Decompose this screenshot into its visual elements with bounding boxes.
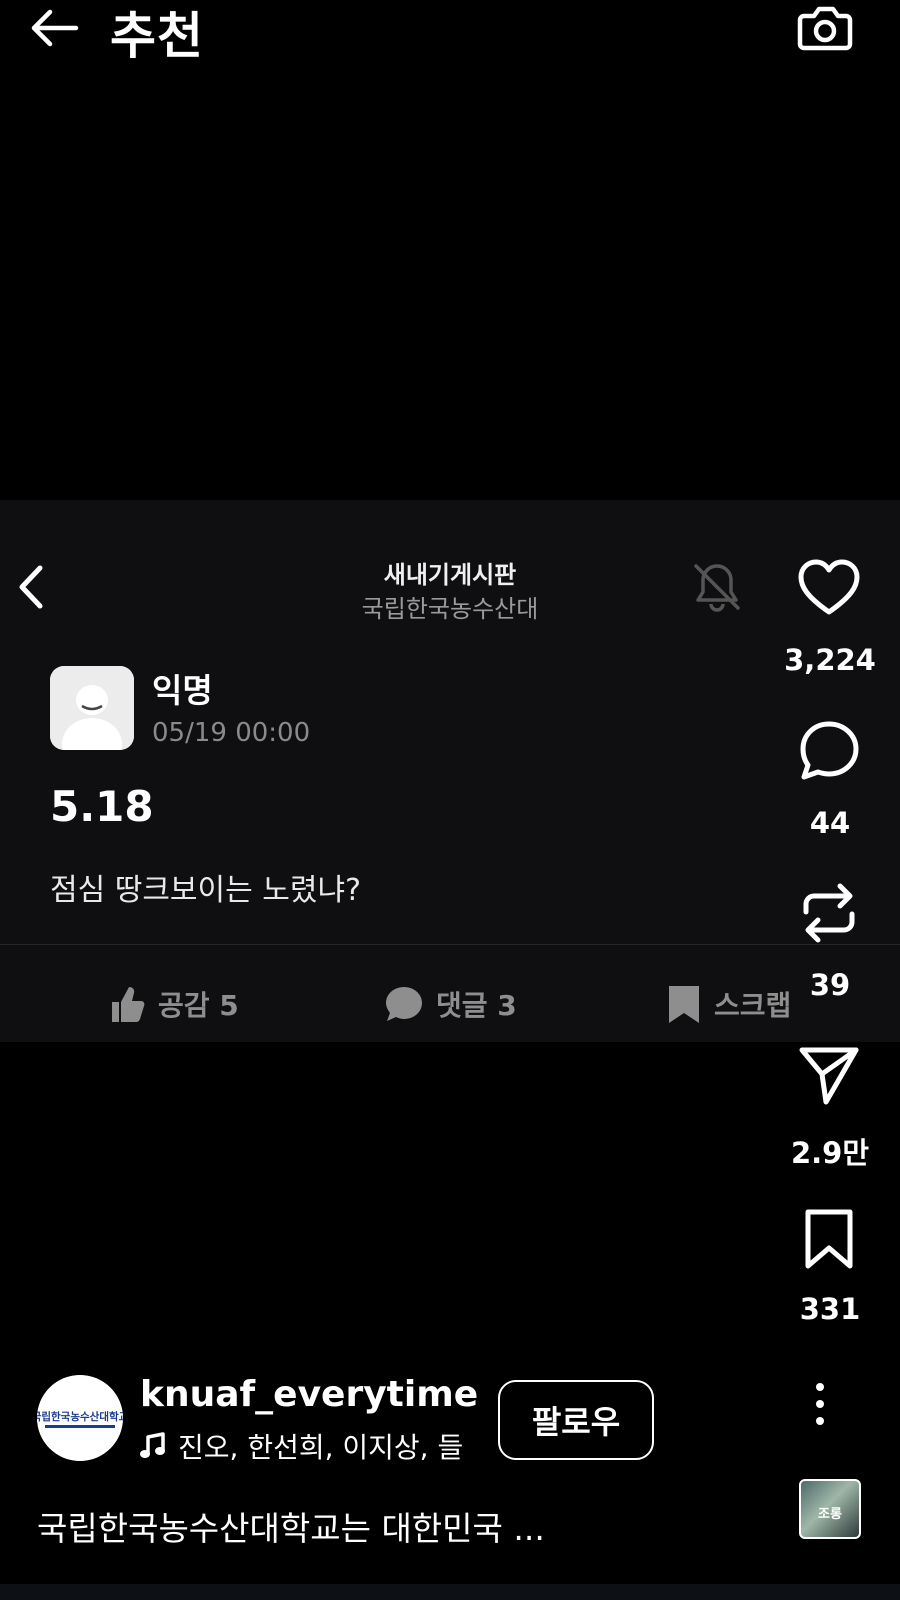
comment-count: 44 — [809, 806, 851, 840]
music-artists: 진오, 한선희, 이지상, 들 — [178, 1431, 464, 1464]
bottom-strip — [0, 1584, 900, 1600]
bookmark-icon — [669, 986, 699, 1023]
bell-off-icon — [694, 564, 740, 612]
avatar-label: 국립한국농수산대학교 — [37, 1410, 123, 1423]
send-icon[interactable] — [796, 1042, 862, 1108]
comment-action: 댓글 3 — [384, 984, 517, 1024]
divider — [0, 944, 900, 945]
username[interactable]: knuaf_everytime — [140, 1374, 478, 1415]
thumbs-up-icon — [112, 987, 145, 1022]
like-label: 공감 5 — [158, 989, 239, 1022]
repost-icon[interactable] — [796, 880, 862, 946]
post-card: 새내기게시판 국립한국농수산대 익명 05/19 00:00 5.18 점심 땅… — [0, 500, 900, 1042]
top-bar: 추천 — [0, 0, 900, 70]
back-arrow-icon[interactable] — [26, 4, 86, 52]
comment-label: 댓글 3 — [436, 989, 517, 1022]
repost-count: 39 — [809, 968, 851, 1002]
comment-icon — [386, 987, 422, 1021]
post-author: 익명 — [152, 671, 213, 710]
share-count: 2.9만 — [790, 1136, 870, 1170]
caption[interactable]: 국립한국농수산대학교는 대한민국 ... — [37, 1502, 545, 1550]
board-title: 새내기게시판 — [383, 561, 517, 589]
save-count: 331 — [799, 1292, 861, 1326]
save-bookmark-icon[interactable] — [796, 1206, 862, 1272]
more-options-icon[interactable] — [810, 1382, 830, 1426]
board-subtitle: 국립한국농수산대 — [361, 595, 539, 623]
follow-button[interactable]: 팔로우 — [498, 1380, 654, 1460]
heart-icon[interactable] — [796, 556, 862, 622]
like-action: 공감 5 — [108, 984, 239, 1024]
camera-icon[interactable] — [794, 0, 856, 58]
anonymous-avatar — [50, 666, 134, 750]
comment-bubble-icon[interactable] — [796, 718, 862, 784]
profile-avatar[interactable]: 국립한국농수산대학교 — [37, 1375, 123, 1461]
post-title: 5.18 — [50, 782, 154, 831]
music-note-icon — [140, 1432, 165, 1458]
audio-thumbnail[interactable]: 조롱 — [799, 1479, 861, 1539]
audio-thumb-text: 조롱 — [818, 1507, 842, 1522]
page-title: 추천 — [110, 7, 204, 65]
like-count: 3,224 — [784, 643, 876, 677]
post-date: 05/19 00:00 — [152, 718, 311, 748]
music-info[interactable]: 진오, 한선희, 이지상, 들 — [140, 1426, 463, 1466]
post-body: 점심 땅크보이는 노렸냐? — [50, 873, 361, 908]
